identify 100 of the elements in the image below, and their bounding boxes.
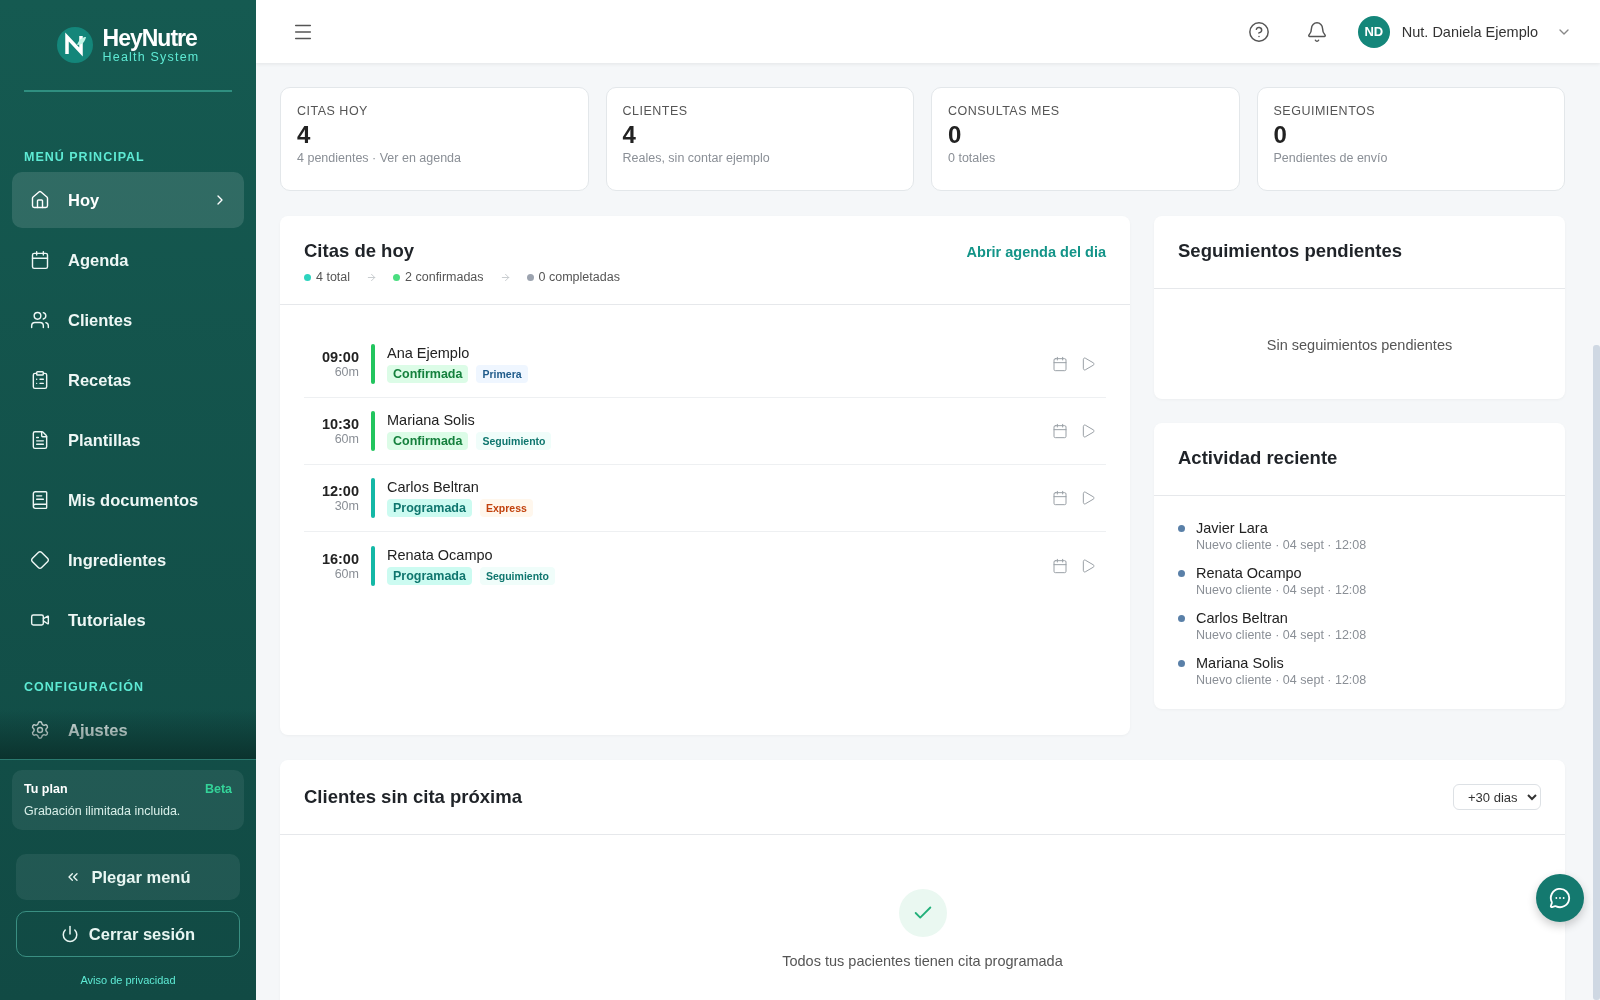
chat-icon <box>1549 887 1571 909</box>
nav-item[interactable]: Agenda <box>12 232 244 288</box>
calendar-icon[interactable] <box>1052 356 1068 372</box>
card-title: Citas de hoy <box>304 240 415 262</box>
period-select[interactable]: +30 dias <box>1453 784 1541 810</box>
appointment-duration: 30m <box>334 499 359 513</box>
nav-item[interactable]: Clientes <box>12 292 244 348</box>
stat-label: CITAS HOY <box>297 104 369 118</box>
logout-button[interactable]: Cerrar sesión <box>16 911 240 957</box>
appointment-duration: 60m <box>334 432 359 446</box>
stat-note: 0 totales <box>948 151 997 165</box>
summary-text: 2 confirmadas <box>405 270 484 284</box>
logo-icon <box>56 27 93 63</box>
play-icon[interactable] <box>1080 490 1096 506</box>
open-agenda-link[interactable]: Abrir agenda del dia <box>966 244 1106 260</box>
card-title: Actividad reciente <box>1178 447 1339 469</box>
status-tag: Programada <box>387 566 472 585</box>
activity-dot <box>1178 615 1185 622</box>
chat-button[interactable] <box>1536 874 1584 922</box>
activity-detail: Nuevo cliente · 04 sept · 12:08 <box>1196 538 1367 552</box>
plan-name: Beta <box>204 782 232 796</box>
plan-title: Tu plan <box>24 782 68 796</box>
appointment-duration: 60m <box>334 365 359 379</box>
activity-name: Carlos Beltran <box>1196 610 1289 626</box>
type-tag: Primera <box>476 365 528 383</box>
client-name[interactable]: Ana Ejemplo <box>387 345 1052 361</box>
stat-note: 4 pendientes · Ver en agenda <box>297 151 463 165</box>
stat-value: 0 <box>948 121 963 149</box>
nav-item[interactable]: Ajustes <box>12 702 244 758</box>
stat-value: 0 <box>1273 121 1288 149</box>
arrow-icon <box>499 271 511 283</box>
bell-icon[interactable] <box>1305 20 1328 43</box>
activity-name: Javier Lara <box>1196 520 1269 536</box>
play-icon[interactable] <box>1080 557 1096 574</box>
stat-note: Reales, sin contar ejemplo <box>622 151 771 165</box>
stat-note: Pendientes de envío <box>1273 151 1389 165</box>
client-name[interactable]: Renata Ocampo <box>387 546 1052 563</box>
activity-detail: Nuevo cliente · 04 sept · 12:08 <box>1196 673 1367 687</box>
book-icon <box>30 490 50 510</box>
calendar-icon[interactable] <box>1052 423 1068 439</box>
activity-dot <box>1178 660 1185 667</box>
nav-item[interactable]: Tutoriales <box>12 592 244 648</box>
stat-label: CONSULTAS MES <box>948 104 1061 118</box>
help-icon[interactable] <box>1247 20 1270 43</box>
empty-message: Sin seguimientos pendientes <box>1265 336 1454 355</box>
appointment-time: 10:30 <box>321 416 359 432</box>
activity-detail: Nuevo cliente · 04 sept · 12:08 <box>1196 583 1367 597</box>
user-avatar[interactable]: ND <box>1357 15 1390 48</box>
calendar-icon[interactable] <box>1052 557 1068 574</box>
nav-item[interactable]: Plantillas <box>12 412 244 468</box>
calendar-icon[interactable] <box>1052 490 1068 506</box>
play-icon[interactable] <box>1080 423 1096 439</box>
type-tag: Express <box>479 499 533 517</box>
nav-item[interactable]: Hoy <box>12 172 244 228</box>
empty-message: Todos tus pacientes tienen cita programada <box>782 953 1063 969</box>
diamond-icon <box>30 550 50 570</box>
user-name[interactable]: Nut. Daniela Ejemplo <box>1401 23 1538 40</box>
nav-item[interactable]: Recetas <box>12 352 244 408</box>
check-icon <box>898 889 947 937</box>
section-title: MENÚ PRINCIPAL <box>23 150 146 164</box>
play-icon[interactable] <box>1080 356 1096 372</box>
appointment-time: 09:00 <box>321 349 359 365</box>
privacy-link[interactable]: Aviso de privacidad <box>12 974 244 986</box>
calendar-icon <box>30 250 50 270</box>
activity-name: Mariana Solis <box>1196 655 1285 671</box>
activity-name: Renata Ocampo <box>1196 565 1303 581</box>
card-title: Seguimientos pendientes <box>1178 240 1404 262</box>
section-title: CONFIGURACIÓN <box>23 680 145 694</box>
activity-detail: Nuevo cliente · 04 sept · 12:08 <box>1196 628 1367 642</box>
summary-text: 0 completadas <box>538 270 620 284</box>
activity-dot <box>1178 525 1185 532</box>
power-icon <box>60 925 79 943</box>
status-tag: Programada <box>387 499 472 517</box>
appointment-time: 12:00 <box>321 483 359 499</box>
activity-dot <box>1178 570 1185 577</box>
nav-item[interactable]: Mis documentos <box>12 472 244 528</box>
stat-label: CLIENTES <box>622 104 689 118</box>
appointment-time: 16:00 <box>321 550 359 567</box>
stat-label: SEGUIMIENTOS <box>1273 104 1377 118</box>
arrow-icon <box>366 271 378 283</box>
appointment-duration: 60m <box>334 566 359 581</box>
stat-value: 4 <box>297 121 312 149</box>
collapse-menu-button[interactable]: Plegar menú <box>16 854 240 900</box>
settings-icon <box>30 720 50 740</box>
scrollbar-thumb[interactable] <box>1593 345 1600 1000</box>
plan-text: Grabación ilimitada incluida. <box>24 804 182 818</box>
card-title: Clientes sin cita próxima <box>304 786 522 808</box>
type-tag: Seguimiento <box>479 566 555 585</box>
nav-item[interactable]: Ingredientes <box>12 532 244 588</box>
home-icon <box>30 190 50 210</box>
status-tag: Confirmada <box>387 432 469 450</box>
clipboard-icon <box>30 370 50 390</box>
users-icon <box>30 310 50 330</box>
stat-value: 4 <box>622 121 637 149</box>
status-tag: Confirmada <box>387 365 469 383</box>
type-tag: Seguimiento <box>476 432 552 450</box>
summary-text: 4 total <box>316 270 351 284</box>
document-icon <box>30 430 50 450</box>
client-name[interactable]: Carlos Beltran <box>387 479 1052 495</box>
client-name[interactable]: Mariana Solis <box>387 412 1052 428</box>
